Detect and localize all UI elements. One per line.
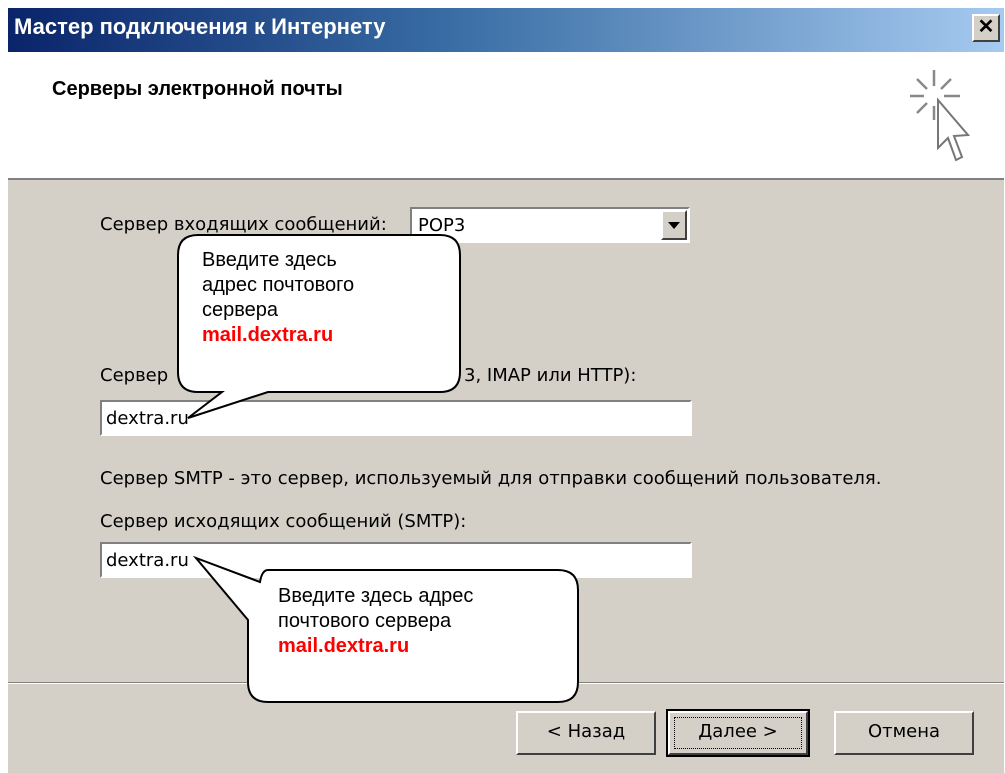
callout-top-text: Введите здесь адрес почтового сервера ma… [202, 248, 354, 348]
wizard-window: Мастер подключения к Интернету ✕ Серверы… [8, 8, 1004, 773]
chevron-down-icon [668, 222, 680, 229]
back-button[interactable]: < Назад [516, 711, 656, 755]
incoming-server-value: dextra.ru [106, 408, 189, 429]
next-button[interactable]: Далее > [666, 709, 810, 757]
cancel-button[interactable]: Отмена [834, 711, 974, 755]
outgoing-server-label: Сервер исходящих сообщений (SMTP): [100, 511, 467, 532]
title-bar[interactable]: Мастер подключения к Интернету ✕ [8, 8, 1004, 52]
incoming-server-label-end: 3, IMAP или HTTP): [464, 365, 637, 386]
callout-top-line3: сервера [202, 299, 279, 321]
page-title: Серверы электронной почты [52, 78, 343, 100]
outgoing-server-value: dextra.ru [106, 550, 189, 571]
incoming-type-value: POP3 [418, 215, 466, 236]
incoming-server-label-start: Сервер [100, 365, 169, 386]
callout-top-line2: адрес почтового [202, 274, 355, 296]
footer-divider [8, 682, 1004, 684]
incoming-server-type-select[interactable]: POP3 [410, 207, 690, 243]
callout-bottom-line2: почтового сервера [278, 610, 452, 632]
callout-bottom-text: Введите здесь адрес почтового сервера ma… [278, 584, 473, 659]
incoming-server-field[interactable]: dextra.ru [100, 400, 692, 436]
outgoing-server-field[interactable]: dextra.ru [100, 542, 692, 578]
wizard-header: Серверы электронной почты [8, 52, 1004, 180]
window-title: Мастер подключения к Интернету [14, 14, 386, 39]
incoming-type-label: Сервер входящих сообщений: [100, 214, 387, 235]
callout-top-highlight: mail.dextra.ru [202, 324, 334, 346]
close-button[interactable]: ✕ [972, 14, 1000, 42]
callout-top-line1: Введите здесь [202, 249, 337, 271]
dropdown-button[interactable] [661, 210, 687, 240]
smtp-note: Сервер SMTP - это сервер, используемый д… [100, 468, 882, 489]
callout-bottom-line1: Введите здесь адрес [278, 585, 474, 607]
focus-rect [674, 717, 802, 749]
wizard-cursor-icon [910, 70, 970, 162]
callout-bottom-highlight: mail.dextra.ru [278, 635, 410, 657]
